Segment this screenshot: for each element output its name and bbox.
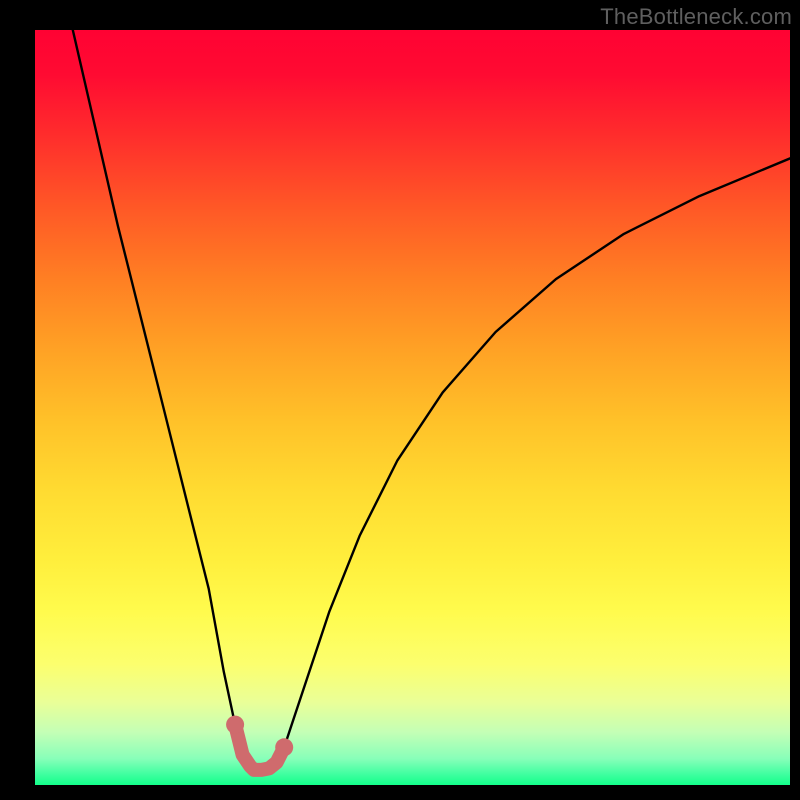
plot-area — [35, 30, 790, 785]
curve-layer — [35, 30, 790, 785]
valley-highlight — [226, 716, 293, 770]
bottleneck-curve — [73, 30, 790, 770]
watermark-text: TheBottleneck.com — [600, 4, 792, 30]
chart-frame: TheBottleneck.com — [0, 0, 800, 800]
